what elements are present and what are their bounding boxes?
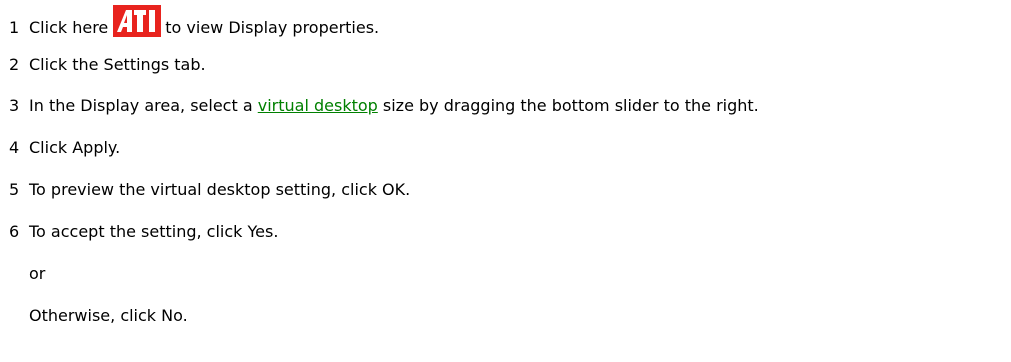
or-text: or bbox=[29, 264, 46, 283]
step-text-before: In the Display area, select a bbox=[29, 96, 253, 115]
step-1: 1 Click here to view Display properties. bbox=[9, 5, 380, 44]
otherwise-text: Otherwise, click No. bbox=[29, 306, 188, 325]
step-number: 2 bbox=[9, 55, 20, 74]
help-page: 1 Click here to view Display properties.… bbox=[0, 0, 1011, 362]
step-text-before: Click here bbox=[29, 18, 109, 37]
step-5: 5 To preview the virtual desktop setting… bbox=[9, 180, 410, 200]
step-number: 4 bbox=[9, 138, 20, 157]
step-4: 4 Click Apply. bbox=[9, 138, 120, 158]
step-6: 6 To accept the setting, click Yes. bbox=[9, 222, 278, 242]
virtual-desktop-link[interactable]: virtual desktop bbox=[258, 96, 378, 116]
step-2: 2 Click the Settings tab. bbox=[9, 55, 206, 75]
step-text: To accept the setting, click Yes. bbox=[29, 222, 279, 241]
step-number: 1 bbox=[9, 18, 20, 37]
step-text-after: to view Display properties. bbox=[165, 18, 380, 37]
step-text-after: size by dragging the bottom slider to th… bbox=[382, 96, 759, 115]
step-number: 5 bbox=[9, 180, 20, 199]
step-3: 3 In the Display area, select a virtual … bbox=[9, 96, 759, 116]
step-text: Click Apply. bbox=[29, 138, 121, 157]
step-text: To preview the virtual desktop setting, … bbox=[29, 180, 411, 199]
step-number: 6 bbox=[9, 222, 20, 241]
ati-logo-icon[interactable] bbox=[113, 5, 162, 37]
step-text: Click the Settings tab. bbox=[29, 55, 206, 74]
step-number: 3 bbox=[9, 96, 20, 115]
